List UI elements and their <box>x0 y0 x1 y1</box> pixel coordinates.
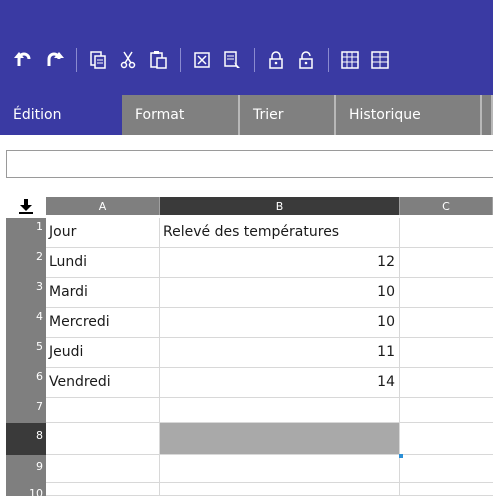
cell-c5[interactable] <box>400 338 493 368</box>
cell-b8-selected[interactable] <box>160 423 400 455</box>
cell-b9[interactable] <box>160 455 400 483</box>
toolbar-separator <box>328 48 329 72</box>
cell-b7[interactable] <box>160 398 400 423</box>
cell-c3[interactable] <box>400 278 493 308</box>
freeze-pane-icon[interactable] <box>6 197 46 215</box>
tab-label: Trier <box>253 107 284 123</box>
tab-trier[interactable]: Trier <box>240 95 336 135</box>
toolbar-separator <box>254 48 255 72</box>
cell-b2[interactable]: 12 <box>160 248 400 278</box>
row-header[interactable]: 6 <box>6 368 46 398</box>
formula-bar[interactable] <box>6 150 493 178</box>
cell-b10[interactable] <box>160 483 400 496</box>
row-header[interactable]: 10 <box>6 483 46 500</box>
tab-more[interactable] <box>482 95 493 135</box>
redo-icon[interactable] <box>42 48 66 72</box>
toolbar <box>0 0 493 95</box>
tab-label: Historique <box>349 107 421 123</box>
cell-c2[interactable] <box>400 248 493 278</box>
row-header[interactable]: 4 <box>6 308 46 338</box>
cell-c7[interactable] <box>400 398 493 423</box>
toolbar-icons <box>12 35 398 85</box>
row-header[interactable]: 5 <box>6 338 46 368</box>
cut-icon[interactable] <box>116 48 140 72</box>
cell-a10[interactable] <box>46 483 160 496</box>
tab-edition[interactable]: Édition <box>0 95 122 135</box>
cell-b1[interactable]: Relevé des températures <box>160 218 400 248</box>
cell-c9[interactable] <box>400 455 493 483</box>
column-header-b[interactable]: B <box>160 197 400 215</box>
fill-handle[interactable] <box>399 454 403 458</box>
cell-a1[interactable]: Jour <box>46 218 160 248</box>
ribbon-tabs: Édition Format Trier Historique <box>0 95 493 135</box>
insert-row-icon[interactable] <box>368 48 392 72</box>
toolbar-separator <box>76 48 77 72</box>
cell-c6[interactable] <box>400 368 493 398</box>
cell-b4[interactable]: 10 <box>160 308 400 338</box>
cell-a7[interactable] <box>46 398 160 423</box>
cell-a8[interactable] <box>46 423 160 455</box>
cell-a9[interactable] <box>46 455 160 483</box>
tab-format[interactable]: Format <box>122 95 240 135</box>
row-header[interactable]: 3 <box>6 278 46 308</box>
row-header[interactable]: 2 <box>6 248 46 278</box>
row-header[interactable]: 7 <box>6 398 46 423</box>
tab-label: Édition <box>13 107 62 123</box>
column-header-a[interactable]: A <box>46 197 160 215</box>
row-header[interactable]: 1 <box>6 218 46 248</box>
column-header-c[interactable]: C <box>400 197 493 215</box>
tab-historique[interactable]: Historique <box>336 95 482 135</box>
tab-label: Format <box>135 107 185 123</box>
cell-c1[interactable] <box>400 218 493 248</box>
toolbar-separator <box>180 48 181 72</box>
undo-icon[interactable] <box>12 48 36 72</box>
cell-b5[interactable]: 11 <box>160 338 400 368</box>
lock-icon[interactable] <box>264 48 288 72</box>
paste-icon[interactable] <box>146 48 170 72</box>
cell-a6[interactable]: Vendredi <box>46 368 160 398</box>
cell-a4[interactable]: Mercredi <box>46 308 160 338</box>
cell-b6[interactable]: 14 <box>160 368 400 398</box>
cell-a3[interactable]: Mardi <box>46 278 160 308</box>
cell-b3[interactable]: 10 <box>160 278 400 308</box>
cell-c4[interactable] <box>400 308 493 338</box>
row-header[interactable]: 9 <box>6 455 46 483</box>
unlock-icon[interactable] <box>294 48 318 72</box>
cell-a5[interactable]: Jeudi <box>46 338 160 368</box>
row-header[interactable]: 8 <box>6 423 46 455</box>
clear-icon[interactable] <box>190 48 214 72</box>
cell-c8[interactable] <box>400 423 493 455</box>
copy-icon[interactable] <box>86 48 110 72</box>
format-paint-icon[interactable] <box>220 48 244 72</box>
cell-a2[interactable]: Lundi <box>46 248 160 278</box>
insert-column-icon[interactable] <box>338 48 362 72</box>
cell-c10[interactable] <box>400 483 493 496</box>
